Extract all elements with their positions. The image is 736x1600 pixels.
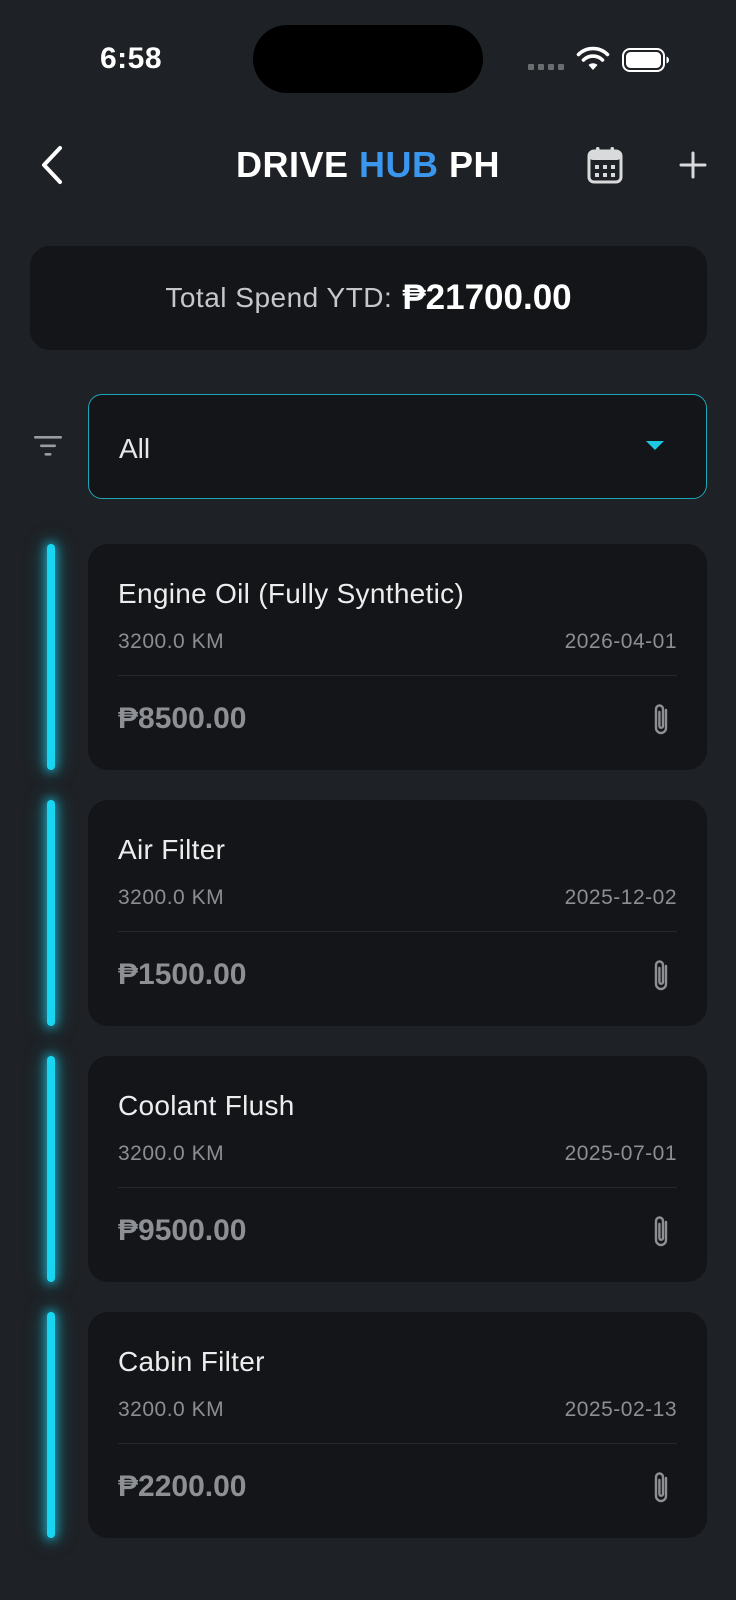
entry-date: 2026-04-01 xyxy=(564,630,677,653)
maintenance-entry: Coolant Flush 3200.0 KM 2025-07-01 ₱9500… xyxy=(0,1056,736,1282)
attachment-button[interactable] xyxy=(643,1466,679,1510)
entry-odometer: 3200.0 KM xyxy=(118,886,225,909)
entry-title: Coolant Flush xyxy=(118,1090,295,1121)
status-bar: 6:58 xyxy=(0,0,736,120)
timeline-glow-bar xyxy=(47,1056,55,1282)
card-divider xyxy=(118,931,677,932)
plus-icon xyxy=(679,151,707,179)
add-button[interactable] xyxy=(670,142,716,188)
paperclip-icon xyxy=(654,960,668,991)
attachment-button[interactable] xyxy=(643,698,679,742)
total-spend-value: ₱21700.00 xyxy=(402,278,572,317)
entry-odometer: 3200.0 KM xyxy=(118,630,225,653)
total-spend-card: Total Spend YTD: ₱21700.00 xyxy=(30,246,707,350)
title-drive: DRIVE xyxy=(235,144,359,185)
attachment-button[interactable] xyxy=(643,954,679,998)
maintenance-entry: Engine Oil (Fully Synthetic) 3200.0 KM 2… xyxy=(0,544,736,770)
dynamic-island xyxy=(253,25,483,93)
paperclip-icon xyxy=(654,704,668,735)
entry-title: Air Filter xyxy=(118,834,226,865)
app-header: DRIVE HUB PH xyxy=(0,130,736,200)
caret-down-icon xyxy=(646,441,664,450)
entry-amount: ₱8500.00 xyxy=(118,702,247,735)
filter-selected-value: All xyxy=(119,433,151,464)
entry-amount: ₱1500.00 xyxy=(118,958,247,991)
title-hub: HUB xyxy=(359,144,439,185)
total-spend-label: Total Spend YTD: xyxy=(165,282,393,313)
entry-odometer: 3200.0 KM xyxy=(118,1398,225,1421)
timeline-glow-bar xyxy=(47,1312,55,1538)
paperclip-icon xyxy=(654,1216,668,1247)
calendar-icon xyxy=(587,147,623,184)
battery-icon xyxy=(622,48,669,72)
cellular-signal-icon xyxy=(528,64,564,70)
entry-date: 2025-02-13 xyxy=(564,1398,677,1421)
paperclip-icon xyxy=(654,1472,668,1503)
maintenance-entry: Air Filter 3200.0 KM 2025-12-02 ₱1500.00 xyxy=(0,800,736,1026)
maintenance-card[interactable]: Cabin Filter 3200.0 KM 2025-02-13 ₱2200.… xyxy=(88,1312,707,1538)
status-time: 6:58 xyxy=(100,42,163,75)
wifi-icon xyxy=(576,46,610,70)
entry-title: Cabin Filter xyxy=(118,1346,265,1377)
entry-title: Engine Oil (Fully Synthetic) xyxy=(118,578,465,609)
entry-amount: ₱2200.00 xyxy=(118,1470,247,1503)
entry-amount: ₱9500.00 xyxy=(118,1214,247,1247)
attachment-button[interactable] xyxy=(643,1210,679,1254)
timeline-glow-bar xyxy=(47,800,55,1026)
maintenance-entry: Cabin Filter 3200.0 KM 2025-02-13 ₱2200.… xyxy=(0,1312,736,1538)
calendar-button[interactable] xyxy=(582,142,628,188)
maintenance-card[interactable]: Air Filter 3200.0 KM 2025-12-02 ₱1500.00 xyxy=(88,800,707,1026)
category-filter-select[interactable]: All xyxy=(88,394,707,499)
maintenance-card[interactable]: Coolant Flush 3200.0 KM 2025-07-01 ₱9500… xyxy=(88,1056,707,1282)
entry-date: 2025-12-02 xyxy=(564,886,677,909)
title-ph: PH xyxy=(438,144,501,185)
filter-icon[interactable] xyxy=(32,430,64,462)
entry-odometer: 3200.0 KM xyxy=(118,1142,225,1165)
card-divider xyxy=(118,1187,677,1188)
entry-date: 2025-07-01 xyxy=(564,1142,677,1165)
maintenance-card[interactable]: Engine Oil (Fully Synthetic) 3200.0 KM 2… xyxy=(88,544,707,770)
card-divider xyxy=(118,1443,677,1444)
filter-lines-icon xyxy=(34,436,62,456)
timeline-glow-bar xyxy=(47,544,55,770)
card-divider xyxy=(118,675,677,676)
maintenance-screen: 6:58 DRIVE HUB PH Total Spend YTD: ₱2170… xyxy=(0,0,736,1600)
